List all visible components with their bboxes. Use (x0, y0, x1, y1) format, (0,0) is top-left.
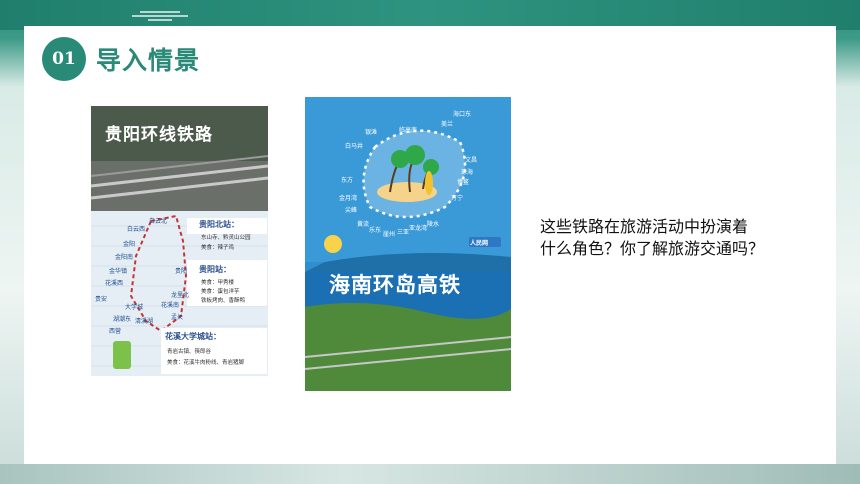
station-detail: 美食：辣子鸡 (201, 245, 235, 251)
station-detail: 青岩古镇、筷郎谷 (167, 349, 212, 355)
hainan-railway-poster: 海南环岛高铁 人民网 海口东 临高南 白马井 银滩 东方 金月湾 尖峰 黄流 乐… (305, 97, 511, 391)
station-detail: 美食：甲秀楼 (201, 280, 235, 286)
stop-label: 博鳌 (457, 179, 470, 186)
station-name: 贵阳北站： (199, 220, 239, 229)
stop-label: 金华镇 (109, 268, 128, 275)
stop-label: 贵安 (95, 296, 108, 303)
logo-icon: 人民网 (470, 240, 489, 247)
stop-label: 银滩 (365, 129, 378, 136)
station-detail: 铁板烤肉、香酥鸭 (201, 298, 246, 304)
stop-label: 花溪南 (161, 302, 180, 309)
station-detail: 美食：花溪牛肉粉线、青岩猪脚 (167, 360, 245, 366)
stop-label: 清溪湖 (135, 318, 154, 325)
station-name: 贵阳站： (199, 265, 231, 274)
station-detail: 美食：蛋包洋芋 (201, 289, 240, 295)
station-name: 花溪大学城站： (165, 332, 221, 341)
stop-label: 崖州 (383, 231, 396, 238)
stop-label: 白云西 (127, 226, 146, 233)
stop-label: 西营 (109, 328, 122, 335)
guiyang-poster-title: 贵阳环线铁路 (105, 125, 213, 145)
discussion-question: 这些铁路在旅游活动中扮演着 什么角色？你了解旅游交通吗？ (540, 216, 800, 260)
stop-label: 万宁 (451, 195, 464, 202)
stop-label: 孟关 (171, 314, 184, 321)
stop-label: 临高南 (399, 127, 418, 134)
stop-label: 金月湾 (339, 195, 358, 202)
stop-label: 金阳 (123, 241, 136, 248)
hainan-poster-title: 海南环岛高铁 (329, 273, 461, 297)
stop-label: 白云北 (149, 218, 168, 225)
stop-label: 花溪西 (105, 280, 124, 287)
ornament-icon (132, 11, 188, 21)
question-line-2: 什么角色？你了解旅游交通吗？ (540, 239, 765, 258)
stop-label: 三亚 (397, 229, 410, 236)
stop-label: 尖峰 (345, 207, 358, 214)
stop-label: 大学城 (125, 304, 144, 311)
stop-label: 湖潮东 (113, 316, 132, 323)
section-number-badge: 01 (42, 37, 86, 81)
stop-label: 金阳南 (115, 254, 134, 261)
guiyang-railway-poster: 贵阳环线铁路 白云北 白云西 金阳 金阳南 金华镇 花溪西 贵安 湖潮东 西营 … (91, 106, 268, 376)
stop-label: 陵水 (427, 221, 440, 228)
stop-label: 亚龙湾 (409, 225, 428, 232)
stop-label: 美兰 (441, 121, 454, 128)
station-detail: 东山寺、黔灵山公园 (201, 235, 251, 241)
bottom-banner (0, 464, 860, 484)
stop-label: 琼海 (461, 169, 474, 176)
question-line-1: 这些铁路在旅游活动中扮演着 (540, 217, 749, 236)
stop-label: 贵阳 (175, 268, 188, 275)
stop-label: 乐东 (369, 227, 382, 234)
section-title: 导入情景 (96, 46, 201, 75)
stop-label: 龙里北 (171, 292, 190, 299)
stop-label: 海口东 (453, 111, 472, 118)
stop-label: 黄流 (357, 221, 370, 228)
stop-label: 白马井 (345, 143, 364, 150)
stop-label: 东方 (341, 177, 354, 184)
stop-label: 文昌 (465, 157, 478, 164)
